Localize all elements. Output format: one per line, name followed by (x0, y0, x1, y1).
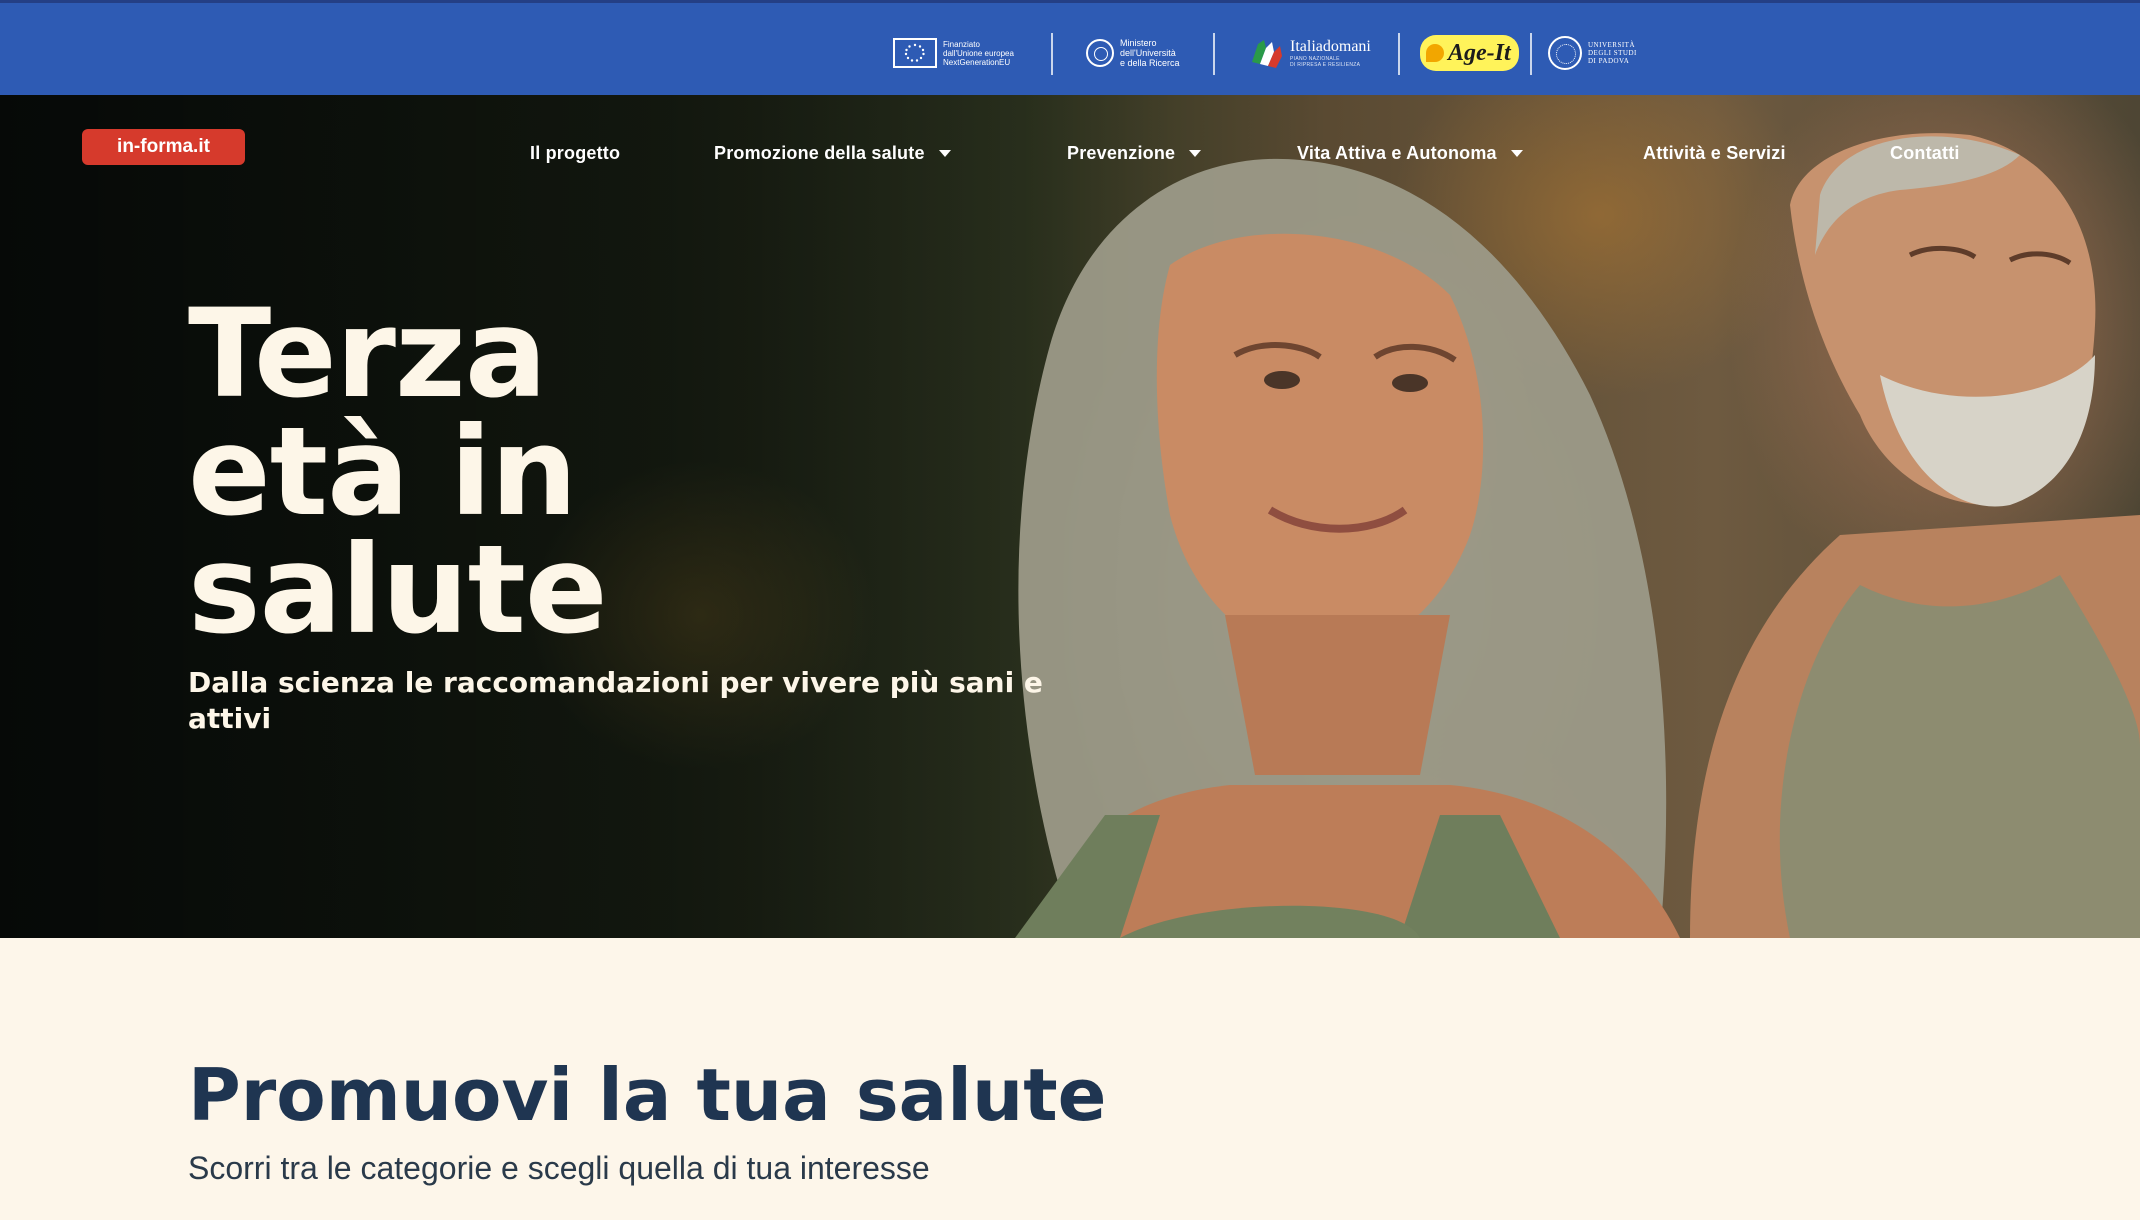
age-it-badge: Age-It (1420, 35, 1519, 71)
caret-down-icon (1510, 150, 1523, 157)
nav-label: Prevenzione (1067, 143, 1176, 163)
unipd-logo[interactable]: UNIVERSITÀ DEGLI STUDI DI PADOVA (1548, 31, 1637, 75)
nav-item-prevenzione[interactable]: Prevenzione (1067, 143, 1202, 164)
nav-label: Contatti (1890, 143, 1960, 163)
unipd-line2: DEGLI STUDI (1588, 49, 1637, 57)
mur-line1: Ministero (1120, 38, 1157, 48)
mur-seal-icon (1086, 39, 1114, 67)
partner-divider (1051, 33, 1053, 75)
unipd-seal-icon (1548, 36, 1582, 70)
nav-item-vita-attiva-e-autonoma[interactable]: Vita Attiva e Autonoma (1297, 143, 1523, 164)
hero-banner: in-forma.it Il progetto Promozione della… (0, 95, 2140, 938)
eu-funding-logo[interactable]: Finanziato dall'Unione europea NextGener… (893, 31, 1014, 75)
age-it-logo[interactable]: Age-It (1420, 31, 1519, 75)
caret-down-icon (1189, 150, 1202, 157)
mur-line2: dell'Università (1120, 48, 1176, 58)
partner-divider (1398, 33, 1400, 75)
eu-line2: dall'Unione europea (943, 48, 1014, 58)
italiadomani-sub2: DI RIPRESA E RESILIENZA (1290, 62, 1361, 68)
hero-title-line: Terza (188, 283, 547, 425)
caret-down-icon (938, 150, 951, 157)
partner-divider (1213, 33, 1215, 75)
hero-title-line: età in (188, 401, 578, 543)
nav-label: Vita Attiva e Autonoma (1297, 143, 1497, 163)
nav-label: Attività e Servizi (1643, 143, 1786, 163)
nav-item-il-progetto[interactable]: Il progetto (530, 143, 620, 164)
partner-divider (1530, 33, 1532, 75)
nav-label: Promozione della salute (714, 143, 925, 163)
eu-funding-text: Finanziato dall'Unione europea NextGener… (943, 40, 1014, 67)
nav-label: Il progetto (530, 143, 621, 163)
age-it-name: Age-It (1448, 39, 1511, 66)
nav-item-contatti[interactable]: Contatti (1890, 143, 1960, 164)
italiadomani-name: Italiadomani (1290, 38, 1371, 55)
mur-logo[interactable]: Ministero dell'Università e della Ricerc… (1086, 31, 1180, 75)
italiadomani-text: Italiadomani PIANO NAZIONALE DI RIPRESA … (1290, 38, 1371, 68)
eu-flag-icon (893, 38, 937, 68)
nav-item-attivita-e-servizi[interactable]: Attività e Servizi (1643, 143, 1786, 164)
eu-line1: Finanziato (943, 39, 980, 49)
hero-title: Terza età in salute (188, 283, 608, 661)
hero-subtitle: Dalla scienza le raccomandazioni per viv… (188, 666, 1043, 735)
mur-line3: e della Ricerca (1120, 58, 1180, 68)
section-subtitle: Scorri tra le categorie e scegli quella … (188, 1150, 930, 1186)
italiadomani-logo[interactable]: Italiadomani PIANO NAZIONALE DI RIPRESA … (1246, 31, 1371, 75)
mur-text: Ministero dell'Università e della Ricerc… (1120, 38, 1180, 68)
nav-item-promozione-della-salute[interactable]: Promozione della salute (714, 143, 951, 164)
unipd-line1: UNIVERSITÀ (1588, 41, 1635, 49)
unipd-line3: DI PADOVA (1588, 57, 1630, 65)
main-navigation: Il progetto Promozione della salute Prev… (0, 143, 2140, 173)
italy-map-icon (1252, 40, 1282, 68)
hero-title-line: salute (188, 519, 608, 661)
partner-logo-bar: Finanziato dall'Unione europea NextGener… (0, 0, 2140, 95)
eu-line3: NextGenerationEU (943, 57, 1011, 67)
section-title: Promuovi la tua salute (188, 1053, 1107, 1137)
unipd-text: UNIVERSITÀ DEGLI STUDI DI PADOVA (1588, 41, 1637, 65)
age-it-bird-icon (1426, 44, 1444, 62)
